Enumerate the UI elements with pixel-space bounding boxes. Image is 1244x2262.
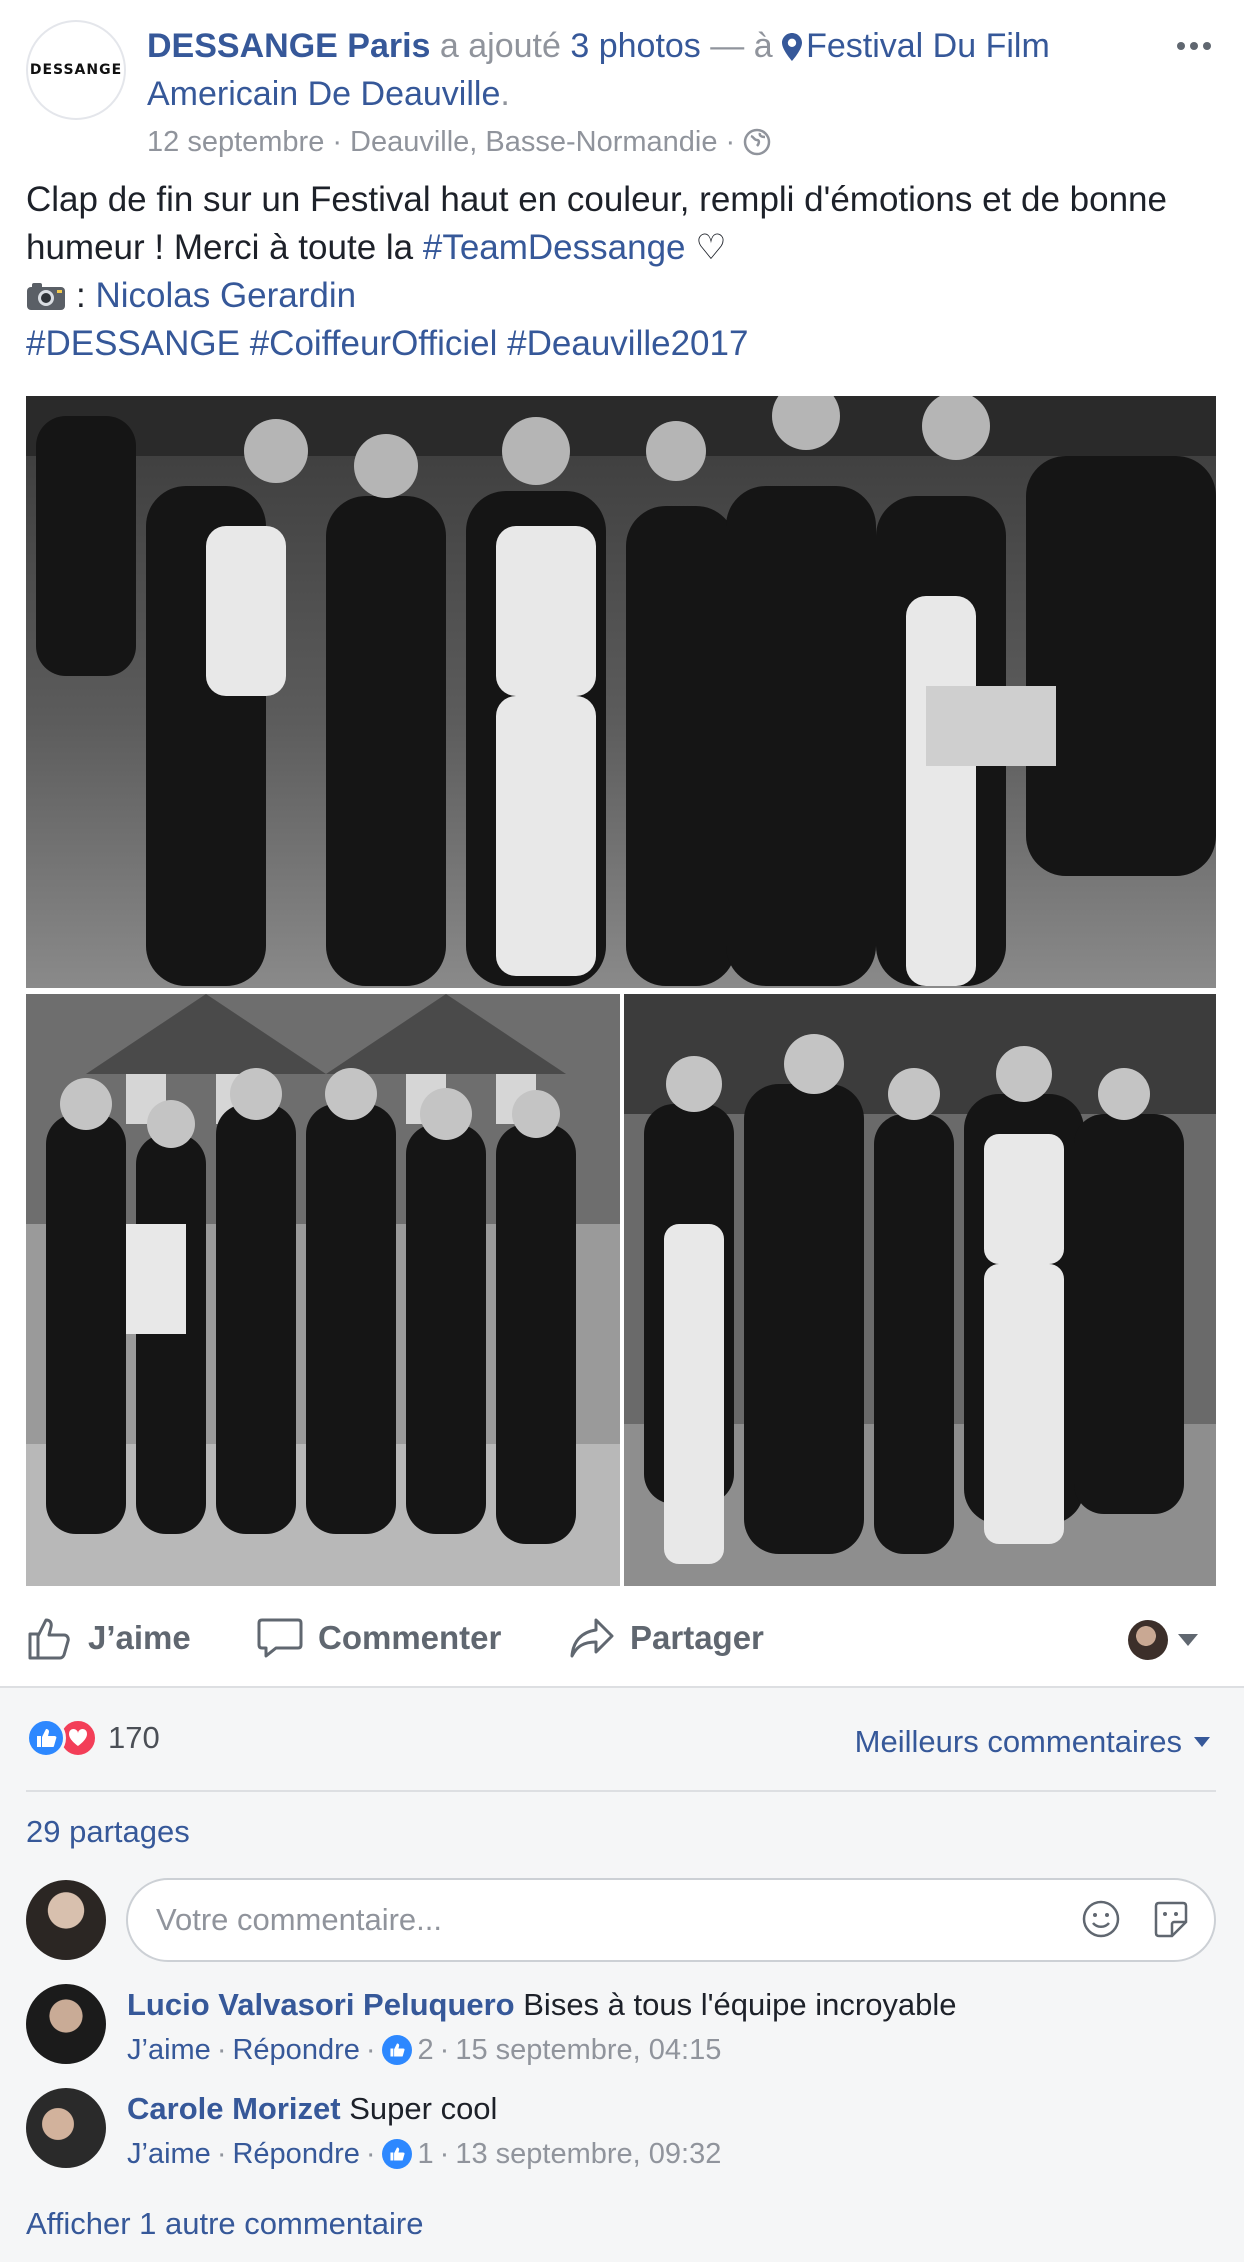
photo-secondary-right[interactable] <box>624 994 1216 1586</box>
team-photo-image <box>26 994 620 1586</box>
comment-reply-link[interactable]: Répondre <box>232 2030 359 2070</box>
credit-colon: : <box>76 276 86 315</box>
comment-body: Lucio Valvasori Peluquero Bises à tous l… <box>127 1984 957 2026</box>
post-as-selector[interactable] <box>1128 1620 1198 1660</box>
message-line-1: Clap de fin sur un Festival haut en coul… <box>26 176 1216 272</box>
post-actions-bar: J’aime Commenter Partager <box>26 1600 1216 1680</box>
comment-like-count[interactable]: 1 <box>418 2134 434 2174</box>
post-header: DESSANGE DESSANGE Paris a ajouté 3 photo… <box>26 20 1216 160</box>
post-date[interactable]: 12 septembre <box>147 122 324 162</box>
comment-icon <box>257 1618 303 1658</box>
meta-separator: · <box>216 2034 227 2066</box>
reaction-count: 170 <box>108 1720 160 1755</box>
comment-label: Commenter <box>318 1619 502 1656</box>
thumbs-up-icon <box>28 1618 70 1660</box>
red-carpet-photo-image <box>624 994 1216 1586</box>
comment-text: Bises à tous l'équipe incroyable <box>523 1987 957 2022</box>
location-pin-icon <box>782 33 803 61</box>
post-message: Clap de fin sur un Festival haut en coul… <box>26 176 1216 368</box>
comment-sort-label: Meilleurs commentaires <box>854 1724 1182 1759</box>
hashtag-team[interactable]: #TeamDessange <box>423 228 686 267</box>
reactions-summary[interactable]: 170 <box>26 1718 160 1758</box>
comment-like-badge-icon <box>381 2035 412 2065</box>
stats-divider <box>26 1790 1216 1792</box>
comment-sort-dropdown[interactable]: Meilleurs commentaires <box>855 1724 1210 1760</box>
photo-main[interactable] <box>26 396 1216 988</box>
current-user-avatar[interactable] <box>26 1880 106 1960</box>
avatar-logo-text: DESSANGE <box>29 62 123 78</box>
photographer-link[interactable]: Nicolas Gerardin <box>95 276 356 315</box>
commenter-avatar[interactable] <box>26 1984 106 2064</box>
shares-count-link[interactable]: 29 partages <box>26 1814 190 1850</box>
comment-button[interactable]: Commenter <box>256 1612 501 1664</box>
comment-like-link[interactable]: J’aime <box>127 2134 211 2174</box>
share-icon <box>570 1618 614 1658</box>
show-more-comments-link[interactable]: Afficher 1 autre commentaire <box>26 2206 423 2242</box>
emoji-icon[interactable] <box>1080 1898 1122 1940</box>
share-button[interactable]: Partager <box>568 1612 764 1664</box>
share-label: Partager <box>630 1619 764 1656</box>
like-reaction-icon <box>26 1718 66 1758</box>
hashtag-deauville[interactable]: #Deauville2017 <box>507 324 748 363</box>
meta-separator: · <box>439 2138 450 2170</box>
author-link[interactable]: DESSANGE Paris <box>147 27 430 65</box>
comment-like-count[interactable]: 2 <box>418 2030 434 2070</box>
headline-period: . <box>500 75 510 113</box>
comments-section: 170 Meilleurs commentaires 29 partages L… <box>0 1686 1244 2262</box>
page-avatar[interactable]: DESSANGE <box>26 20 126 120</box>
message-line-credit: : Nicolas Gerardin <box>26 272 1216 320</box>
meta-separator: · <box>365 2034 376 2066</box>
comment-text: Super cool <box>349 2091 498 2126</box>
meta-separator: · <box>365 2138 376 2170</box>
sticker-icon[interactable] <box>1150 1898 1192 1940</box>
photo-secondary-left[interactable] <box>26 994 620 1586</box>
comment-reply-link[interactable]: Répondre <box>232 2134 359 2174</box>
commenter-name[interactable]: Carole Morizet <box>127 2091 341 2126</box>
comment-input[interactable] <box>126 1878 1216 1962</box>
current-user-mini-avatar <box>1128 1620 1168 1660</box>
comment-time[interactable]: 13 septembre, 09:32 <box>455 2134 721 2174</box>
group-photo-image <box>26 396 1216 988</box>
more-options-icon[interactable] <box>1172 36 1216 56</box>
post-meta: 12 septembre · Deauville, Basse-Normandi… <box>147 122 771 162</box>
meta-separator: · <box>725 126 736 158</box>
comment-meta: J’aime · Répondre · 2 · 15 septembre, 04… <box>127 2030 721 2070</box>
photos-link[interactable]: 3 photos <box>570 27 700 65</box>
meta-separator: · <box>439 2034 450 2066</box>
comment-body: Carole Morizet Super cool <box>127 2088 497 2130</box>
chevron-down-icon <box>1178 1634 1198 1646</box>
meta-separator: · <box>332 126 342 158</box>
comment-like-badge-icon <box>381 2139 412 2169</box>
post-place[interactable]: Deauville, Basse-Normandie <box>350 122 718 162</box>
heart-symbol: ♡ <box>695 228 727 267</box>
meta-separator: · <box>216 2138 227 2170</box>
at-text: — à <box>710 27 773 65</box>
hashtag-coiffeur[interactable]: #CoiffeurOfficiel <box>250 324 498 363</box>
post-headline: DESSANGE Paris a ajouté 3 photos — à Fes… <box>147 22 1137 118</box>
added-text: a ajouté <box>439 27 561 65</box>
comment-composer <box>26 1878 1216 1962</box>
camera-icon <box>27 283 65 310</box>
message-hashtags: #DESSANGE #CoiffeurOfficiel #Deauville20… <box>26 320 1216 368</box>
comment-meta: J’aime · Répondre · 1 · 13 septembre, 09… <box>127 2134 721 2174</box>
sort-caret-icon <box>1194 1737 1210 1747</box>
commenter-name[interactable]: Lucio Valvasori Peluquero <box>127 1987 515 2022</box>
hashtag-dessange[interactable]: #DESSANGE <box>26 324 240 363</box>
globe-icon[interactable] <box>743 128 771 156</box>
like-button[interactable]: J’aime <box>26 1612 191 1664</box>
comment-like-link[interactable]: J’aime <box>127 2030 211 2070</box>
like-label: J’aime <box>88 1619 191 1656</box>
commenter-avatar[interactable] <box>26 2088 106 2168</box>
comment-time[interactable]: 15 septembre, 04:15 <box>455 2030 721 2070</box>
